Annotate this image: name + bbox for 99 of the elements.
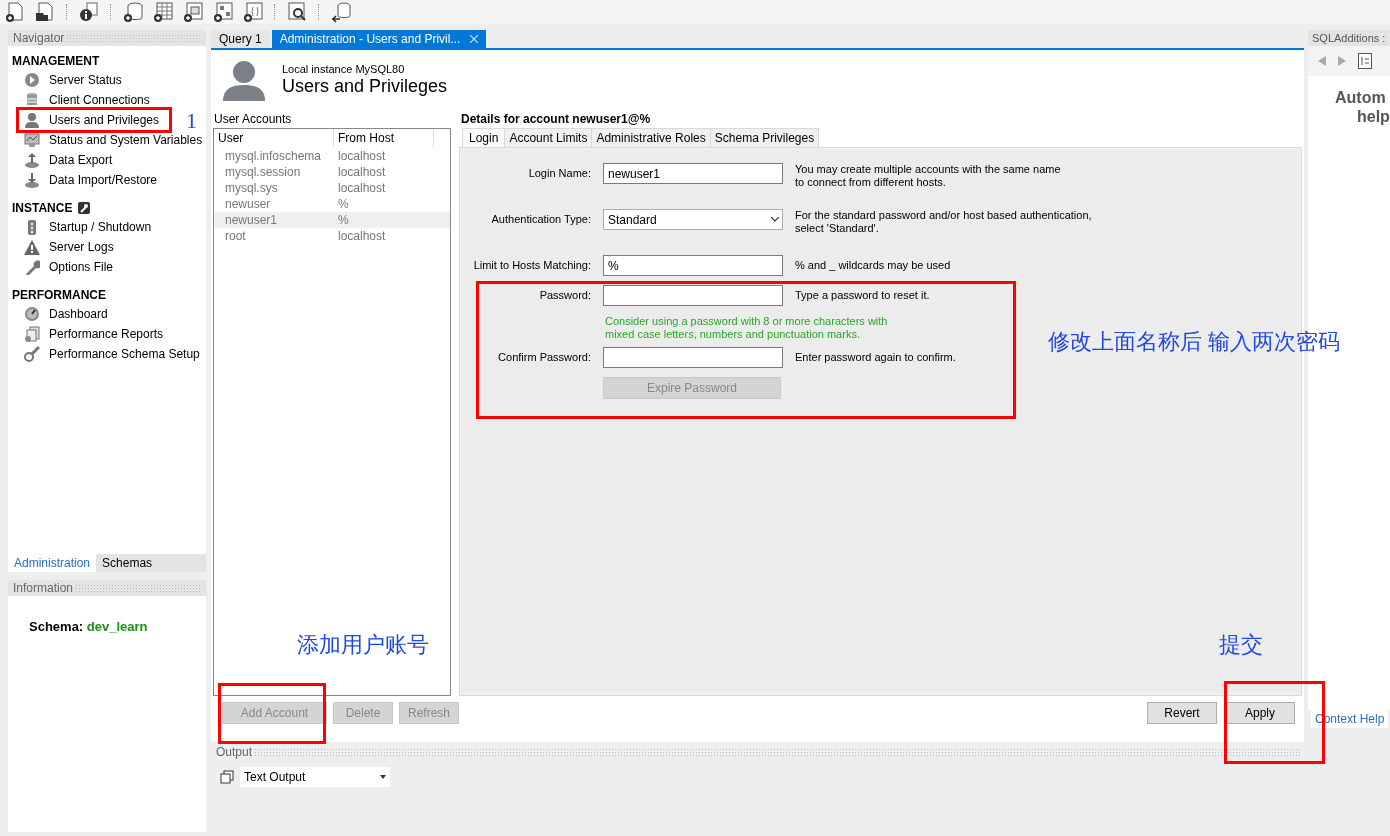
table-add-icon[interactable]	[152, 1, 174, 23]
table-cell-text: mysql.infoschema	[224, 149, 323, 163]
procedure-add-icon[interactable]	[212, 1, 234, 23]
instance-label: Local instance MySQL80	[282, 63, 406, 75]
nav-item[interactable]: Startup / Shutdown	[24, 217, 152, 237]
nav-item[interactable]: Data Import/Restore	[24, 170, 158, 190]
column-header[interactable]: User	[214, 129, 334, 147]
panel-tab[interactable]: Administration	[8, 554, 97, 572]
info-icon[interactable]	[78, 1, 100, 23]
table-cell-text: mysql.sys	[224, 181, 279, 195]
caret-icon	[771, 217, 779, 222]
schema-info: Schema: dev_learn	[29, 619, 149, 634]
help-text: Autom	[1335, 88, 1387, 107]
tab[interactable]: Account Limits	[504, 128, 593, 147]
database-add-icon[interactable]	[122, 1, 144, 23]
button[interactable]: Revert	[1147, 702, 1217, 724]
column-header[interactable]: From Host	[334, 129, 434, 147]
panel-title: Output	[216, 745, 253, 759]
field-label: Authentication Type:	[490, 212, 591, 227]
wrench-icon	[24, 259, 40, 275]
section-heading: PERFORMANCE	[12, 288, 106, 302]
section-label: User Accounts	[213, 111, 293, 128]
database-sync-icon[interactable]	[330, 1, 352, 23]
input-field[interactable]	[603, 347, 783, 368]
editor-tab[interactable]: Administration - Users and Privil...	[271, 30, 487, 48]
database-icon	[24, 92, 40, 108]
sql-file-open-icon[interactable]	[34, 1, 56, 23]
account-row[interactable]: mysql.session localhost	[214, 164, 450, 180]
nav-item[interactable]: Dashboard	[24, 304, 108, 324]
reports-icon	[24, 326, 40, 342]
field-label: Limit to Hosts Matching:	[472, 258, 591, 273]
table-cell-text: localhost	[337, 229, 387, 243]
user-icon	[24, 112, 40, 128]
table-search-icon[interactable]	[286, 1, 308, 23]
gauge-icon	[24, 306, 40, 322]
help-text: % and _ wildcards may be used	[795, 258, 952, 273]
panel-tab[interactable]: Schemas	[96, 554, 159, 572]
panel-title: Navigator	[13, 31, 65, 45]
sql-file-add-icon[interactable]	[4, 1, 26, 23]
page-title: Users and Privileges	[282, 76, 448, 97]
table-cell-text: newuser1	[224, 213, 279, 227]
account-row[interactable]: mysql.sys localhost	[214, 180, 450, 196]
nav-item[interactable]: Server Status	[24, 70, 122, 90]
table-cell-text: mysql.session	[224, 165, 302, 179]
upload-icon	[24, 152, 40, 168]
close-icon[interactable]	[470, 35, 479, 43]
account-row[interactable]: newuser1 %	[214, 212, 450, 228]
button[interactable]: Apply	[1225, 702, 1295, 724]
details-title: Details for account newuser1@%	[460, 111, 652, 128]
input-field[interactable]: newuser1	[603, 163, 783, 184]
nav-item[interactable]: Options File	[24, 257, 114, 277]
field-label: Login Name:	[527, 166, 591, 181]
annotation-note: 修改上面名称后 输入两次密码	[1048, 329, 1340, 355]
input-field[interactable]	[603, 285, 783, 306]
field-label: Password:	[538, 288, 591, 303]
account-row[interactable]: newuser %	[214, 196, 450, 212]
nav-item[interactable]: Performance Reports	[24, 324, 164, 344]
play-icon	[24, 72, 40, 88]
user-icon	[222, 59, 266, 101]
monitor-icon	[24, 132, 40, 148]
input-field[interactable]: %	[603, 255, 783, 276]
table-cell-text: localhost	[337, 149, 387, 163]
nav-item[interactable]: Data Export	[24, 150, 113, 170]
panel-title: SQLAdditions :	[1312, 32, 1386, 44]
caret-icon	[380, 775, 386, 779]
view-add-icon[interactable]	[182, 1, 204, 23]
section-heading: MANAGEMENT	[12, 54, 100, 68]
tab[interactable]: Schema Privileges	[709, 128, 820, 147]
nav-item[interactable]: Performance Schema Setup	[24, 344, 200, 364]
function-add-icon[interactable]	[242, 1, 264, 23]
table-cell-text: localhost	[337, 165, 387, 179]
warning-icon	[24, 239, 40, 255]
tab[interactable]: Login	[462, 128, 506, 147]
account-row[interactable]: root localhost	[214, 228, 450, 244]
field-label: Confirm Password:	[497, 350, 591, 365]
table-cell-text: newuser	[224, 197, 272, 211]
editor-tab[interactable]: Query 1	[211, 30, 270, 48]
dropdown[interactable]: Text Output	[240, 767, 390, 787]
annotation-note: 添加用户账号	[297, 632, 429, 658]
panel-title: Information	[13, 581, 74, 595]
tab[interactable]: Administrative Roles	[591, 128, 711, 147]
nav-item[interactable]: Client Connections	[24, 90, 150, 110]
dropdown[interactable]: Standard	[603, 209, 783, 230]
table-cell-text: %	[337, 197, 350, 211]
help-text: Enter password again to confirm.	[795, 350, 957, 365]
help-text: help	[1357, 107, 1390, 126]
download-icon	[24, 172, 40, 188]
help-text: For the standard password and/or host based authentication, select 'Standard'.	[795, 209, 1093, 235]
annotation-note: 提交	[1219, 632, 1263, 658]
nav-item[interactable]: Server Logs	[24, 237, 114, 257]
help-text: You may create multiple accounts with the same name to connect from different hosts.	[795, 163, 1062, 189]
table-cell-text: localhost	[337, 181, 387, 195]
help-text: Type a password to reset it.	[795, 288, 931, 303]
table-cell-text: root	[224, 229, 247, 243]
nav-item[interactable]: Users and Privileges	[24, 110, 160, 130]
table-cell-text: %	[337, 213, 350, 227]
section-heading: INSTANCE	[12, 201, 73, 215]
account-row[interactable]: mysql.infoschema localhost	[214, 148, 450, 164]
copy-icon[interactable]	[220, 770, 234, 784]
